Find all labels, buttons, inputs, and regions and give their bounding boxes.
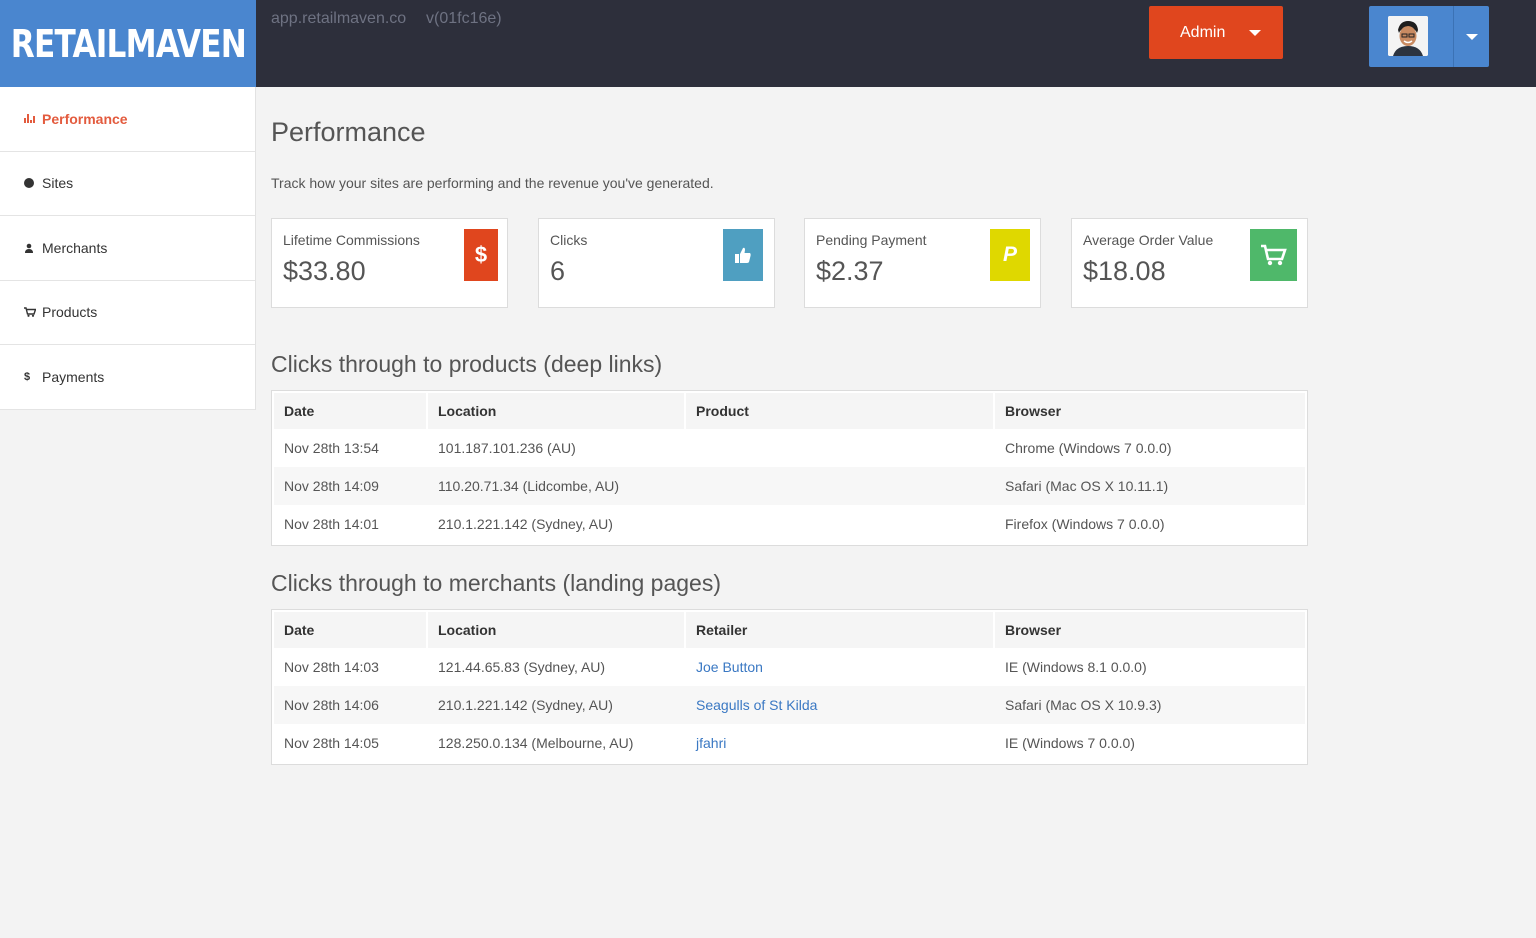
app-logo[interactable]: RETAILMAVEN	[0, 0, 256, 87]
table-row: Nov 28th 14:03 121.44.65.83 (Sydney, AU)…	[274, 648, 1305, 686]
stat-card-pending-payment: Pending Payment $2.37 P	[804, 218, 1041, 308]
page-description: Track how your sites are performing and …	[271, 175, 714, 191]
stat-value: $18.08	[1083, 256, 1166, 286]
stat-value: 6	[550, 256, 566, 286]
logo-text: RETAILMAVEN	[10, 21, 246, 66]
globe-icon	[24, 178, 36, 189]
cell-date: Nov 28th 14:05	[284, 735, 379, 751]
stat-value: $33.80	[283, 256, 366, 286]
admin-label: Admin	[1180, 23, 1226, 41]
host-label: app.retailmaven.co	[271, 10, 407, 27]
sidebar-item-label: Performance	[42, 110, 128, 127]
stat-label: Average Order Value	[1083, 232, 1214, 248]
chevron-down-icon	[1249, 30, 1261, 36]
sidebar-item-label: Sites	[42, 175, 74, 192]
chevron-down-icon[interactable]	[1466, 34, 1478, 40]
cell-browser: Firefox (Windows 7 0.0.0)	[1005, 516, 1165, 532]
sidebar-item-label: Merchants	[42, 239, 108, 256]
cart-icon	[1250, 229, 1297, 281]
cell-browser: Safari (Mac OS X 10.11.1)	[995, 467, 1305, 505]
cell-location: 121.44.65.83 (Sydney, AU)	[438, 659, 606, 675]
cell-location: 110.20.71.34 (Lidcombe, AU)	[428, 467, 686, 505]
table-row: Nov 28th 14:01 210.1.221.142 (Sydney, AU…	[274, 505, 1305, 543]
cell-browser: Chrome (Windows 7 0.0.0)	[1005, 440, 1172, 456]
column-header-product: Product	[686, 393, 995, 429]
top-bar: RETAILMAVEN app.retailmaven.co v(01fc16e…	[0, 0, 1536, 87]
cell-product	[686, 467, 995, 505]
cell-location: 210.1.221.142 (Sydney, AU)	[428, 686, 686, 724]
table-header-row: Date Location Retailer Browser	[274, 612, 1305, 648]
table-row: Nov 28th 13:54 101.187.101.236 (AU) Chro…	[274, 429, 1305, 467]
stat-label: Clicks	[550, 232, 588, 248]
button-divider	[1453, 6, 1454, 67]
stat-value: $2.37	[816, 256, 884, 286]
sidebar-item-merchants[interactable]: Merchants	[0, 216, 255, 281]
user-menu-button[interactable]	[1369, 6, 1489, 67]
page-title: Performance	[271, 117, 426, 147]
admin-dropdown-button[interactable]: Admin	[1149, 6, 1283, 59]
sidebar-item-performance[interactable]: Performance	[0, 87, 255, 152]
cell-location: 210.1.221.142 (Sydney, AU)	[438, 516, 613, 532]
sidebar: Performance Sites Merchants Products $ P…	[0, 87, 256, 410]
cell-browser: IE (Windows 7 0.0.0)	[1005, 735, 1135, 751]
column-header-browser: Browser	[995, 612, 1305, 648]
cell-browser: Safari (Mac OS X 10.9.3)	[995, 686, 1305, 724]
column-header-browser: Browser	[995, 393, 1305, 429]
cell-date: Nov 28th 14:09	[274, 467, 428, 505]
cell-browser: IE (Windows 8.1 0.0.0)	[1005, 659, 1147, 675]
bar-chart-icon	[24, 114, 36, 124]
retailer-link[interactable]: Joe Button	[686, 648, 995, 686]
version-label: v(01fc16e)	[426, 10, 502, 27]
cell-date: Nov 28th 14:06	[274, 686, 428, 724]
column-header-date: Date	[274, 393, 428, 429]
users-icon	[24, 243, 36, 253]
stat-card-lifetime-commissions: Lifetime Commissions $33.80 $	[271, 218, 508, 308]
table-row: Nov 28th 14:09 110.20.71.34 (Lidcombe, A…	[274, 467, 1305, 505]
cell-date: Nov 28th 13:54	[284, 440, 379, 456]
sidebar-item-sites[interactable]: Sites	[0, 152, 255, 216]
table-header-row: Date Location Product Browser	[274, 393, 1305, 429]
cell-product	[686, 505, 995, 543]
avatar	[1388, 16, 1428, 56]
table-row: Nov 28th 14:05 128.250.0.134 (Melbourne,…	[274, 724, 1305, 762]
sidebar-item-label: Products	[42, 304, 98, 321]
column-header-location: Location	[428, 612, 686, 648]
cell-date: Nov 28th 14:01	[284, 516, 379, 532]
table-row: Nov 28th 14:06 210.1.221.142 (Sydney, AU…	[274, 686, 1305, 724]
thumbs-up-icon	[723, 229, 763, 281]
paypal-icon: P	[990, 229, 1030, 281]
stat-label: Pending Payment	[816, 232, 927, 248]
cart-icon	[24, 307, 36, 318]
sidebar-item-payments[interactable]: $ Payments	[0, 345, 255, 410]
cell-product	[686, 429, 995, 467]
column-header-date: Date	[274, 612, 428, 648]
cell-date: Nov 28th 14:03	[284, 659, 379, 675]
sidebar-item-label: Payments	[42, 368, 105, 385]
dollar-icon: $	[464, 229, 498, 281]
merchants-section-title: Clicks through to merchants (landing pag…	[271, 570, 722, 596]
cell-location: 128.250.0.134 (Melbourne, AU)	[438, 735, 634, 751]
stat-card-clicks: Clicks 6	[538, 218, 775, 308]
column-header-retailer: Retailer	[686, 612, 995, 648]
products-section-title: Clicks through to products (deep links)	[271, 351, 663, 377]
column-header-location: Location	[428, 393, 686, 429]
retailer-link[interactable]: Seagulls of St Kilda	[686, 686, 995, 724]
stat-card-average-order-value: Average Order Value $18.08	[1071, 218, 1308, 308]
sidebar-item-products[interactable]: Products	[0, 281, 255, 345]
retailer-link[interactable]: jfahri	[686, 724, 995, 762]
products-table: Date Location Product Browser Nov 28th 1…	[271, 390, 1308, 546]
dollar-icon: $	[24, 370, 31, 383]
stat-label: Lifetime Commissions	[283, 232, 420, 248]
cell-location: 101.187.101.236 (AU)	[438, 440, 576, 456]
merchants-table: Date Location Retailer Browser Nov 28th …	[271, 609, 1308, 765]
